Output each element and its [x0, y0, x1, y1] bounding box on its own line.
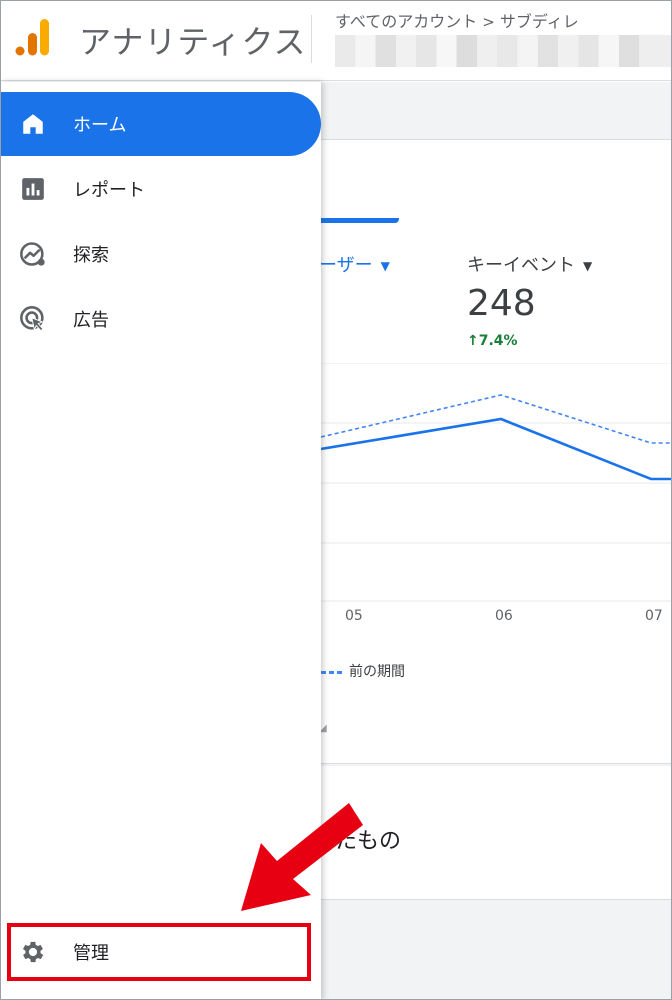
breadcrumb-all-accounts[interactable]: すべてのアカウント: [335, 12, 477, 31]
home-icon: [19, 110, 47, 138]
annotation-arrow-icon: [241, 803, 363, 911]
legend-dash-icon: [321, 670, 343, 674]
metric-users-tab[interactable]: ーザー ▼: [319, 251, 390, 277]
app-title: アナリティクス: [79, 23, 307, 61]
metric-key-events-tab[interactable]: キーイベント ▼: [467, 251, 592, 277]
legend-previous-period: 前の期間: [321, 661, 405, 681]
annotation-highlight-box: [7, 923, 311, 981]
explore-icon: [19, 240, 47, 268]
sidebar-item-label: レポート: [73, 180, 145, 201]
x-tick-label: 07: [645, 608, 663, 624]
analytics-logo-icon[interactable]: [15, 17, 51, 57]
top-header: アナリティクス すべてのアカウント > サブディレ: [1, 1, 671, 81]
bar-chart-icon: [19, 175, 47, 203]
header-divider: [311, 15, 312, 63]
ads-icon: [19, 305, 47, 333]
x-tick-label: 05: [345, 608, 363, 624]
sidebar-item-label: 広告: [73, 310, 109, 331]
sidebar-item-reports[interactable]: レポート: [1, 157, 321, 221]
metric-key-label: キーイベント: [467, 255, 575, 276]
series-line-current: [321, 417, 671, 481]
metric-change: ↑7.4%: [467, 333, 518, 349]
sidebar-item-explore[interactable]: 探索: [1, 222, 321, 286]
arrow-up-icon: ↑: [467, 333, 479, 349]
sidebar-item-ads[interactable]: 広告: [1, 287, 321, 351]
metric-users-label: ーザー: [319, 255, 373, 276]
sidebar-item-home[interactable]: ホーム: [1, 92, 321, 156]
sidebar-item-label: 探索: [73, 245, 109, 266]
x-tick-label: 06: [495, 608, 513, 624]
metric-key-value: 248: [467, 283, 536, 324]
caret-down-icon: ▼: [380, 259, 390, 273]
app-window: アナリティクス すべてのアカウント > サブディレ ーザー ▼ キーイベント ▼ 248…: [0, 0, 672, 1000]
breadcrumb-subdirectory[interactable]: サブディレ: [500, 12, 579, 31]
account-name-blurred[interactable]: [335, 35, 671, 67]
line-chart: [321, 363, 671, 602]
sidebar-item-label: ホーム: [73, 115, 127, 136]
chevron-right-icon: >: [482, 13, 495, 31]
breadcrumb[interactable]: すべてのアカウント > サブディレ: [335, 8, 579, 32]
caret-down-icon: ▼: [583, 259, 593, 273]
